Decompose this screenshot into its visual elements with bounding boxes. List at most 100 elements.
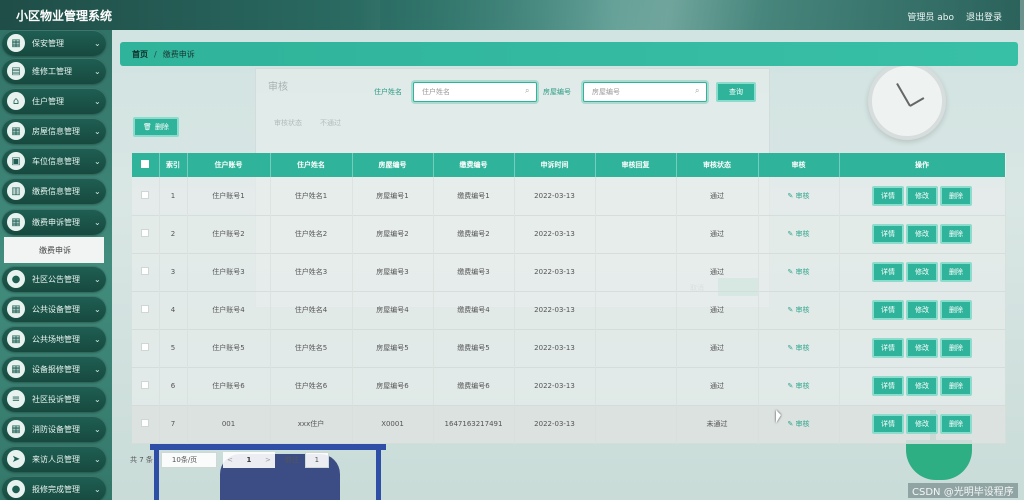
cell-reply xyxy=(595,253,677,291)
audit-link[interactable]: ✎ 审核 xyxy=(787,420,809,428)
row-checkbox[interactable] xyxy=(141,267,150,275)
sidebar-item[interactable]: ≡ 社区投诉管理 ⌄ xyxy=(2,386,106,412)
faded-dialog-field-value: 不通过 xyxy=(320,119,341,127)
delete-button[interactable]: 删除 xyxy=(940,338,972,358)
row-checkbox[interactable] xyxy=(141,229,150,237)
sidebar-item[interactable]: ▦ 设备报修管理 ⌄ xyxy=(2,356,106,382)
cell-fee: 1647163217491 xyxy=(433,405,515,443)
page-size-select[interactable]: 10条/页 xyxy=(160,452,217,468)
delete-button[interactable]: 删除 xyxy=(940,414,972,434)
audit-link-label: 审核 xyxy=(795,344,810,352)
sidebar-item-label: 公共场地管理 xyxy=(32,334,80,344)
cell-actions: 详情 修改 删除 xyxy=(839,215,1006,253)
cell-house: 房屋编号3 xyxy=(352,253,434,291)
cell-account: 住户账号5 xyxy=(187,329,271,367)
row-checkbox[interactable] xyxy=(141,305,150,313)
edit-button[interactable]: 修改 xyxy=(906,224,938,244)
row-checkbox[interactable] xyxy=(141,419,150,427)
sidebar-subitem-fee-complaint[interactable]: 缴费申诉 xyxy=(4,237,104,263)
cell-account: 住户账号6 xyxy=(187,367,271,405)
batch-delete-button[interactable]: 🗑 删除 xyxy=(133,117,179,137)
cell-status: 通过 xyxy=(676,177,759,215)
prev-page-button[interactable]: < xyxy=(222,452,237,468)
select-all-checkbox[interactable] xyxy=(141,160,150,168)
chevron-down-icon: ⌄ xyxy=(94,156,101,166)
cell-audit: ✎ 审核 xyxy=(758,215,840,253)
query-button[interactable]: 查询 xyxy=(716,82,756,102)
edit-button[interactable]: 修改 xyxy=(906,185,938,206)
sidebar-item[interactable]: ● 社区公告管理 ⌄ xyxy=(2,266,106,292)
sidebar-item[interactable]: ▦ 公共场地管理 ⌄ xyxy=(2,326,106,352)
delete-button[interactable]: 删除 xyxy=(940,224,972,244)
sidebar-item-label: 报修完成管理 xyxy=(32,484,80,494)
delete-button[interactable]: 删除 xyxy=(940,262,972,282)
sidebar-item[interactable]: ▦ 消防设备管理 ⌄ xyxy=(2,416,106,442)
audit-link-label: 审核 xyxy=(795,306,810,314)
edit-icon: ✎ xyxy=(787,268,796,276)
edit-button[interactable]: 修改 xyxy=(906,300,938,320)
detail-button[interactable]: 详情 xyxy=(872,185,904,206)
edit-button[interactable]: 修改 xyxy=(906,262,938,282)
audit-link[interactable]: ✎ 审核 xyxy=(787,382,809,390)
logout-link[interactable]: 退出登录 xyxy=(966,10,1002,23)
detail-button[interactable]: 详情 xyxy=(872,376,904,396)
cell-account: 001 xyxy=(187,405,271,443)
detail-button[interactable]: 详情 xyxy=(872,414,904,434)
audit-link-label: 审核 xyxy=(795,191,810,200)
sidebar-item[interactable]: ● 报修完成管理 ⌄ xyxy=(2,476,106,500)
audit-link[interactable]: ✎ 审核 xyxy=(787,306,809,314)
audit-link[interactable]: ✎ 审核 xyxy=(787,268,809,276)
house-number-input[interactable]: 房屋编号 xyxy=(583,82,707,102)
breadcrumb-home[interactable]: 首页 xyxy=(132,49,148,60)
sidebar-item[interactable]: ▦ 公共设备管理 ⌄ xyxy=(2,296,106,322)
audit-link[interactable]: ✎ 审核 xyxy=(787,230,809,238)
grid-icon: ▦ xyxy=(7,300,25,318)
resident-name-input[interactable]: 住户姓名 xyxy=(413,82,537,102)
detail-button[interactable]: 详情 xyxy=(872,338,904,358)
sidebar-item-label: 来访人员管理 xyxy=(32,454,80,464)
chevron-down-icon: ⌄ xyxy=(94,126,101,136)
edit-button[interactable]: 修改 xyxy=(906,338,938,358)
sidebar-item[interactable]: ▣ 车位信息管理 ⌄ xyxy=(2,148,106,174)
chevron-down-icon: ⌄ xyxy=(94,38,101,48)
cell-account: 住户账号3 xyxy=(187,253,271,291)
detail-button[interactable]: 详情 xyxy=(872,262,904,282)
page-number[interactable]: 1 xyxy=(236,452,261,468)
cell-reply xyxy=(595,329,677,367)
cell-name: xxx住户 xyxy=(270,405,353,443)
row-checkbox[interactable] xyxy=(141,381,150,389)
delete-button[interactable]: 删除 xyxy=(940,300,972,320)
cell-status: 通过 xyxy=(676,291,759,329)
delete-button[interactable]: 删除 xyxy=(940,185,972,206)
sidebar-item[interactable]: ▤ 维修工管理 ⌄ xyxy=(2,58,106,84)
sidebar-item[interactable]: ▥ 缴费信息管理 ⌄ xyxy=(2,178,106,204)
cell-house: 房屋编号2 xyxy=(352,215,434,253)
sidebar-item[interactable]: ▦ 保安管理 ⌄ xyxy=(2,30,106,56)
edit-button[interactable]: 修改 xyxy=(906,414,938,434)
row-checkbox[interactable] xyxy=(141,343,150,351)
sidebar-item[interactable]: ▦ 房屋信息管理 ⌄ xyxy=(2,118,106,144)
sidebar-item[interactable]: ⌂ 住户管理 ⌄ xyxy=(2,88,106,114)
cell-status: 未通过 xyxy=(676,405,759,443)
edit-button[interactable]: 修改 xyxy=(906,376,938,396)
chevron-down-icon: ⌄ xyxy=(94,186,101,196)
chevron-down-icon: ⌄ xyxy=(94,394,101,404)
column-header: 房屋编号 xyxy=(352,153,434,177)
sidebar-item[interactable]: ➤ 来访人员管理 ⌄ xyxy=(2,446,106,472)
delete-button[interactable]: 删除 xyxy=(940,376,972,396)
audit-link[interactable]: ✎ 审核 xyxy=(787,344,809,352)
column-header: 申诉时间 xyxy=(514,153,596,177)
audit-link[interactable]: ✎ 审核 xyxy=(787,192,809,200)
sidebar-item[interactable]: ▦ 缴费申诉管理 ⌄ xyxy=(2,209,106,235)
detail-button[interactable]: 详情 xyxy=(872,224,904,244)
cell-fee: 缴费编号3 xyxy=(433,253,515,291)
chevron-down-icon: ⌄ xyxy=(94,424,101,434)
chevron-down-icon: ⌄ xyxy=(94,66,101,76)
cell-name: 住户姓名3 xyxy=(270,253,353,291)
column-header: 索引 xyxy=(159,153,188,177)
detail-button[interactable]: 详情 xyxy=(872,300,904,320)
cell-name: 住户姓名2 xyxy=(270,215,353,253)
row-checkbox[interactable] xyxy=(141,190,150,199)
next-page-button[interactable]: > xyxy=(260,452,275,468)
goto-page-input[interactable]: 1 xyxy=(304,452,329,468)
